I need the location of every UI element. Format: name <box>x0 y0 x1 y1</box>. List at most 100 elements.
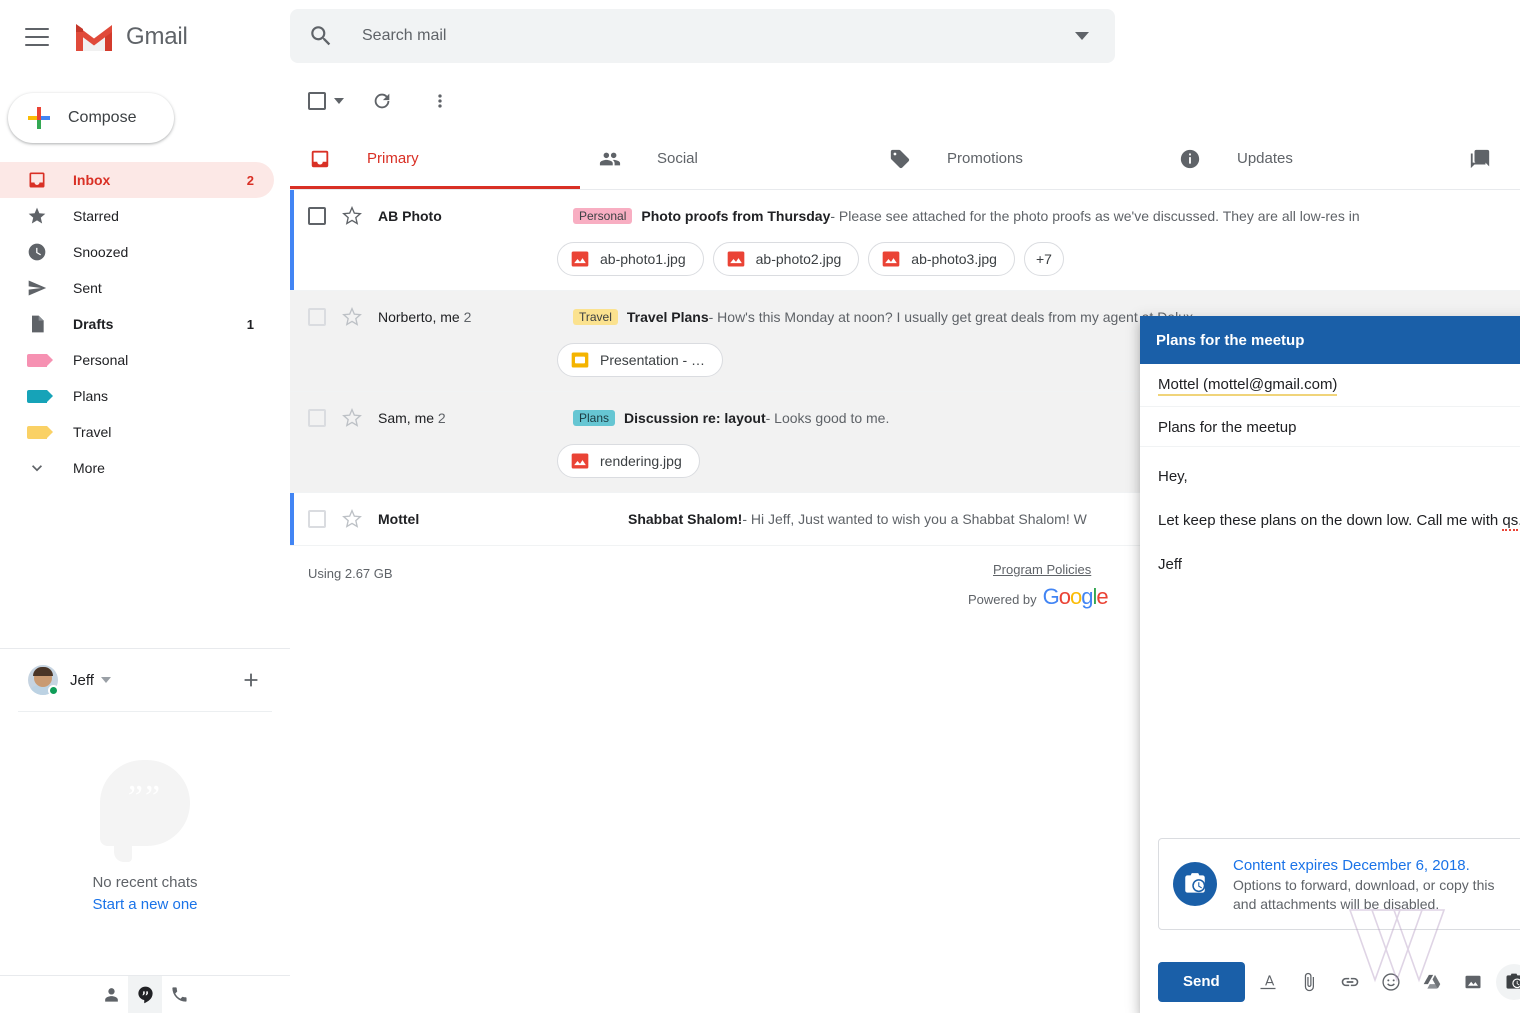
table-row[interactable]: AB Photo Personal Photo proofs from Thur… <box>290 190 1520 291</box>
tab-updates[interactable]: Updates <box>1160 128 1450 189</box>
attachment-name: ab-photo1.jpg <box>600 251 686 267</box>
attachment-chip[interactable]: ab-photo1.jpg <box>557 242 704 276</box>
star-icon[interactable] <box>342 307 362 327</box>
main-menu-icon[interactable] <box>25 28 49 46</box>
sidebar-item-count: 1 <box>247 317 254 332</box>
sidebar-item-starred[interactable]: Starred <box>0 198 274 234</box>
row-label-chip: Personal <box>573 208 632 224</box>
online-status-icon <box>48 685 59 696</box>
row-label-chip: Plans <box>573 410 615 426</box>
thread-count: 2 <box>464 309 472 325</box>
tab-forums[interactable]: Forums <box>1450 128 1520 189</box>
search-options-chevron-down-icon[interactable] <box>1075 32 1089 40</box>
sidebar-item-more[interactable]: More <box>0 450 274 486</box>
sidebar-item-sent[interactable]: Sent <box>0 270 274 306</box>
row-snippet: - Looks good to me. <box>766 410 890 426</box>
sidebar-item-snoozed[interactable]: Snoozed <box>0 234 274 270</box>
row-checkbox[interactable] <box>308 207 326 225</box>
attachment-chip[interactable]: ab-photo2.jpg <box>713 242 860 276</box>
compose-toolbar: Send <box>1140 950 1520 1013</box>
chat-toolbar <box>0 975 290 1013</box>
search-bar[interactable] <box>290 9 1115 63</box>
compose-title: Plans for the meetup <box>1156 332 1304 349</box>
image-file-icon <box>570 451 590 471</box>
app-name: Gmail <box>126 23 188 51</box>
google-drive-icon[interactable] <box>1414 964 1450 1000</box>
insert-link-icon[interactable] <box>1332 964 1368 1000</box>
sidebar-item-label: Plans <box>73 388 108 404</box>
tab-social[interactable]: Social <box>580 128 870 189</box>
new-chat-plus-icon[interactable] <box>240 669 262 691</box>
attachment-chip[interactable]: Presentation - … <box>557 343 723 377</box>
phone-icon[interactable] <box>162 976 196 1013</box>
tag-icon <box>888 147 912 171</box>
tab-label: Primary <box>367 150 419 167</box>
row-sender: Sam, me 2 <box>378 410 573 426</box>
compose-to-field[interactable]: Mottel (mottel@gmail.com) <box>1140 364 1520 407</box>
attachment-chip[interactable]: ab-photo3.jpg <box>868 242 1015 276</box>
insert-photo-icon[interactable] <box>1455 964 1491 1000</box>
powered-by-label: Powered by <box>968 592 1037 607</box>
tab-label: Updates <box>1237 150 1293 167</box>
row-snippet: - How's this Monday at noon? I usually g… <box>709 309 1197 325</box>
attachment-chips: ab-photo1.jpg ab-photo2.jpg ab-photo3.jp… <box>308 242 1520 290</box>
slides-file-icon <box>570 350 590 370</box>
body-line: Let keep these plans on the down low. Ca… <box>1158 507 1520 535</box>
label-tag-teal-icon <box>26 385 48 407</box>
star-icon[interactable] <box>342 206 362 226</box>
emoji-icon[interactable] <box>1373 964 1409 1000</box>
compose-body[interactable]: Hey, Let keep these plans on the down lo… <box>1140 447 1520 611</box>
tab-primary[interactable]: Primary <box>290 128 580 189</box>
select-all-chevron-down-icon[interactable] <box>334 98 344 104</box>
program-policies-link[interactable]: Program Policies <box>993 562 1091 577</box>
row-checkbox[interactable] <box>308 409 326 427</box>
sidebar-item-label: Snoozed <box>73 244 128 260</box>
sidebar-item-travel[interactable]: Travel <box>0 414 274 450</box>
compose-header[interactable]: Plans for the meetup <box>1140 316 1520 364</box>
start-new-chat-link[interactable]: Start a new one <box>0 896 290 913</box>
tab-promotions[interactable]: Promotions <box>870 128 1160 189</box>
attachment-name: rendering.jpg <box>600 453 682 469</box>
sidebar-item-inbox[interactable]: Inbox 2 <box>0 162 274 198</box>
star-icon[interactable] <box>342 509 362 529</box>
row-checkbox[interactable] <box>308 510 326 528</box>
compose-subject-field[interactable]: Plans for the meetup <box>1140 407 1520 447</box>
select-all-checkbox[interactable] <box>308 92 326 110</box>
attachment-chip[interactable]: rendering.jpg <box>557 444 700 478</box>
more-attachments-chip[interactable]: +7 <box>1024 242 1064 276</box>
format-text-icon[interactable] <box>1250 964 1286 1000</box>
hangouts-bubble-icon: ”” <box>100 760 190 846</box>
row-subject-text: Discussion re: layout <box>624 410 766 426</box>
confidential-mode-icon[interactable] <box>1496 964 1520 1000</box>
sidebar-item-drafts[interactable]: Drafts 1 <box>0 306 274 342</box>
row-checkbox[interactable] <box>308 308 326 326</box>
send-button[interactable]: Send <box>1158 962 1245 1002</box>
gmail-logo-icon <box>74 21 114 53</box>
info-icon <box>1178 147 1202 171</box>
refresh-icon[interactable] <box>362 81 402 121</box>
list-toolbar <box>290 73 1520 128</box>
search-input[interactable] <box>362 27 1075 45</box>
contacts-icon[interactable] <box>94 976 128 1013</box>
chevron-down-icon[interactable] <box>101 677 111 683</box>
top-bar: Gmail <box>0 0 1520 73</box>
more-vertical-icon[interactable] <box>420 81 460 121</box>
inbox-icon <box>308 147 332 171</box>
compose-window: Plans for the meetup Mottel (mottel@gmai… <box>1140 316 1520 1013</box>
confidential-mode-icon <box>1173 862 1217 906</box>
hangouts-icon[interactable] <box>128 976 162 1013</box>
category-tabs: Primary Social Promotions Updates Forums <box>290 128 1520 190</box>
sidebar-item-label: Personal <box>73 352 128 368</box>
compose-button[interactable]: Compose <box>8 93 174 143</box>
row-subject-text: Shabbat Shalom! <box>628 511 742 527</box>
chat-user-row[interactable]: Jeff <box>0 649 290 711</box>
chat-panel: Jeff ”” No recent chats Start a new one <box>0 648 290 1013</box>
confidential-mode-notice: Content expires December 6, 2018. Option… <box>1158 838 1520 930</box>
attach-file-icon[interactable] <box>1291 964 1327 1000</box>
image-file-icon <box>570 249 590 269</box>
inbox-icon <box>26 169 48 191</box>
sidebar-item-personal[interactable]: Personal <box>0 342 274 378</box>
sidebar-item-plans[interactable]: Plans <box>0 378 274 414</box>
star-icon[interactable] <box>342 408 362 428</box>
brand-area: Gmail <box>0 0 290 73</box>
